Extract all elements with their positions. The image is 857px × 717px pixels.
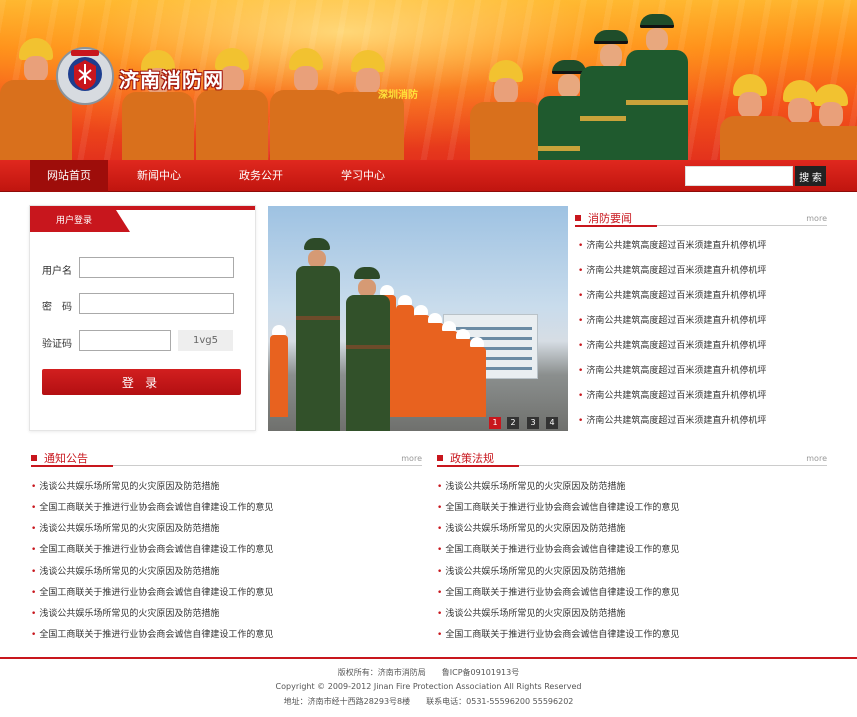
policy-item[interactable]: 全国工商联关于推进行业协会商会诚信自律建设工作的意见 <box>437 627 679 640</box>
username-label: 用户名 <box>42 266 72 277</box>
section-marker <box>575 215 581 221</box>
notice-item[interactable]: 全国工商联关于推进行业协会商会诚信自律建设工作的意见 <box>31 500 273 513</box>
section-underline <box>437 465 519 467</box>
fire-news-title: 消防要闻 <box>588 212 632 225</box>
notice-item[interactable]: 浅谈公共娱乐场所常见的火灾原因及防范措施 <box>31 564 219 577</box>
fire-news-header: 消防要闻 more <box>575 210 827 227</box>
notice-item[interactable]: 全国工商联关于推进行业协会商会诚信自律建设工作的意见 <box>31 542 273 555</box>
banner-sign: 深圳消防 <box>378 90 418 101</box>
slide-dot[interactable]: 1 <box>489 417 501 429</box>
notice-item[interactable]: 浅谈公共娱乐场所常见的火灾原因及防范措施 <box>31 606 219 619</box>
fire-news-item[interactable]: 济南公共建筑高度超过百米须建直升机停机坪 <box>578 238 766 251</box>
photo-slideshow[interactable] <box>268 206 568 431</box>
section-underline <box>575 225 657 227</box>
notices-title: 通知公告 <box>44 452 88 465</box>
login-button[interactable]: 登 录 <box>42 369 241 395</box>
captcha-image[interactable]: 1vg5 <box>178 330 233 351</box>
fire-news-item[interactable]: 济南公共建筑高度超过百米须建直升机停机坪 <box>578 363 766 376</box>
fire-news-item[interactable]: 济南公共建筑高度超过百米须建直升机停机坪 <box>578 263 766 276</box>
captcha-field[interactable] <box>79 330 171 351</box>
fire-news-item[interactable]: 济南公共建筑高度超过百米须建直升机停机坪 <box>578 388 766 401</box>
search-button[interactable]: 搜 索 <box>795 166 826 186</box>
banner-firefighter <box>805 84 857 160</box>
footer-copyright: Copyright © 2009-2012 Jinan Fire Protect… <box>275 682 582 691</box>
fire-news-item[interactable]: 济南公共建筑高度超过百米须建直升机停机坪 <box>578 338 766 351</box>
slide-soldier <box>346 267 390 431</box>
policy-item[interactable]: 浅谈公共娱乐场所常见的火灾原因及防范措施 <box>437 606 625 619</box>
policy-item[interactable]: 浅谈公共娱乐场所常见的火灾原因及防范措施 <box>437 479 625 492</box>
policy-item[interactable]: 全国工商联关于推进行业协会商会诚信自律建设工作的意见 <box>437 500 679 513</box>
footer-copyright-owner: 版权所有：济南市消防局 鲁ICP备09101913号 <box>337 668 520 677</box>
footer-divider <box>0 657 857 659</box>
banner-firefighter <box>470 60 542 160</box>
policy-item[interactable]: 全国工商联关于推进行业协会商会诚信自律建设工作的意见 <box>437 585 679 598</box>
slide-firefighter <box>468 337 486 417</box>
nav-item-learning-center[interactable]: 学习中心 <box>324 160 402 192</box>
policies-header: 政策法规 more <box>437 450 827 467</box>
notices-more-link[interactable]: more <box>401 454 422 463</box>
captcha-label: 验证码 <box>42 339 72 350</box>
notice-item[interactable]: 浅谈公共娱乐场所常见的火灾原因及防范措施 <box>31 479 219 492</box>
policies-more-link[interactable]: more <box>806 454 827 463</box>
username-field[interactable] <box>79 257 234 278</box>
slide-dot[interactable]: 2 <box>507 417 519 429</box>
policy-item[interactable]: 全国工商联关于推进行业协会商会诚信自律建设工作的意见 <box>437 542 679 555</box>
banner-soldier <box>626 14 688 160</box>
fire-news-item[interactable]: 济南公共建筑高度超过百米须建直升机停机坪 <box>578 313 766 326</box>
slide-soldier <box>296 238 340 431</box>
nav-item-government-affairs[interactable]: 政务公开 <box>222 160 300 192</box>
slide-firefighter <box>270 325 288 417</box>
banner-firefighter <box>332 50 404 160</box>
policy-item[interactable]: 浅谈公共娱乐场所常见的火灾原因及防范措施 <box>437 564 625 577</box>
login-panel: 用户登录 用户名 密 码 验证码 1vg5 登 录 <box>29 205 256 431</box>
search-input[interactable] <box>685 166 793 186</box>
footer-contact: 地址：济南市经十西路28293号8楼 联系电话：0531-55596200 55… <box>283 697 574 706</box>
nav-item-news-center[interactable]: 新闻中心 <box>120 160 198 192</box>
notices-header: 通知公告 more <box>31 450 422 467</box>
site-title: 济南消防网 <box>119 68 224 92</box>
notice-item[interactable]: 全国工商联关于推进行业协会商会诚信自律建设工作的意见 <box>31 627 273 640</box>
password-label: 密 码 <box>42 302 72 313</box>
notice-item[interactable]: 浅谈公共娱乐场所常见的火灾原因及防范措施 <box>31 521 219 534</box>
nav-item-home[interactable]: 网站首页 <box>30 160 108 192</box>
slide-dot[interactable]: 3 <box>527 417 539 429</box>
section-marker <box>31 455 37 461</box>
fire-department-emblem-icon <box>56 47 114 105</box>
policy-item[interactable]: 浅谈公共娱乐场所常见的火灾原因及防范措施 <box>437 521 625 534</box>
fire-news-more-link[interactable]: more <box>806 214 827 223</box>
header-banner: 济南消防网 深圳消防 <box>0 0 857 160</box>
password-field[interactable] <box>79 293 234 314</box>
section-underline <box>31 465 113 467</box>
policies-title: 政策法规 <box>450 452 494 465</box>
notice-item[interactable]: 全国工商联关于推进行业协会商会诚信自律建设工作的意见 <box>31 585 273 598</box>
login-panel-title: 用户登录 <box>30 210 130 232</box>
section-marker <box>437 455 443 461</box>
slide-dot[interactable]: 4 <box>546 417 558 429</box>
fire-news-item[interactable]: 济南公共建筑高度超过百米须建直升机停机坪 <box>578 413 766 426</box>
fire-news-item[interactable]: 济南公共建筑高度超过百米须建直升机停机坪 <box>578 288 766 301</box>
